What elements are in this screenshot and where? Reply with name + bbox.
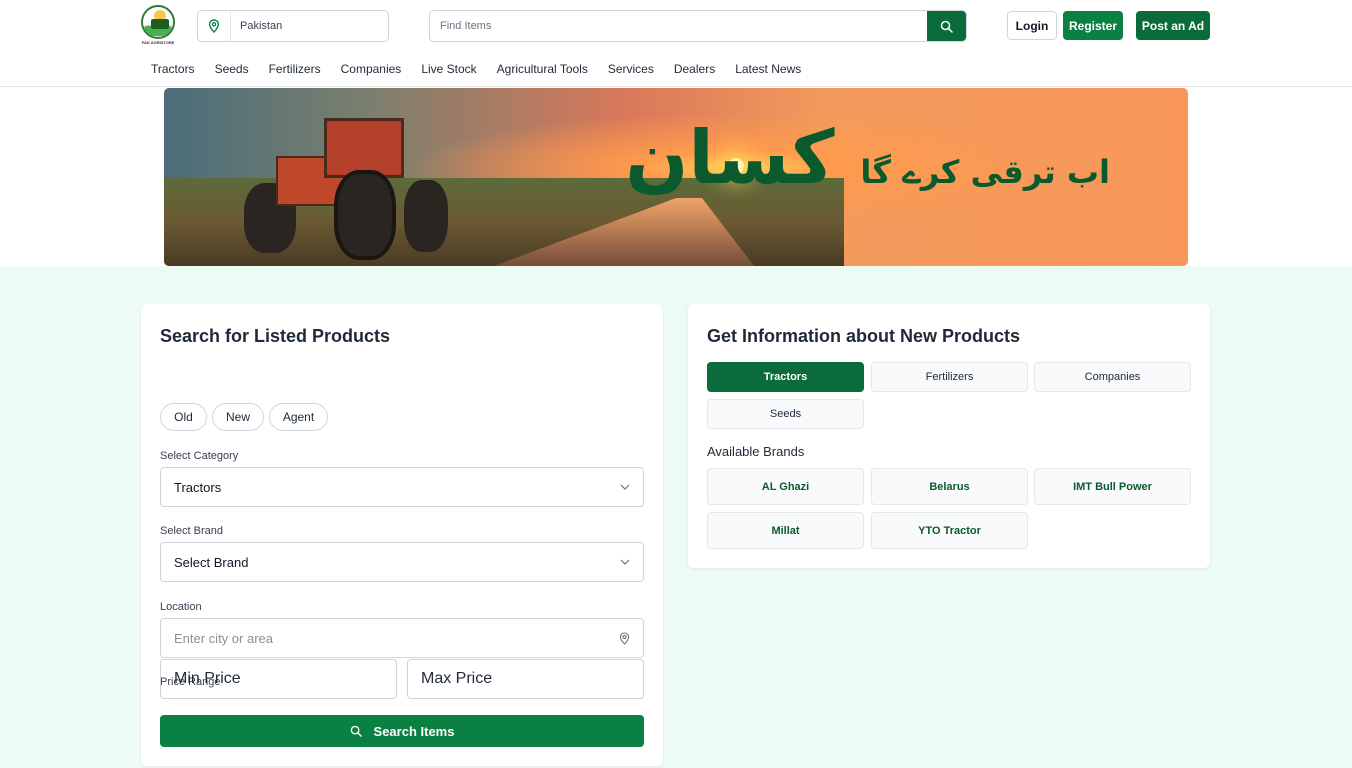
chevron-down-icon: [620, 559, 630, 565]
info-card-title: Get Information about New Products: [707, 326, 1021, 346]
hero-banner: اب ترقی کرے گا کسان: [164, 88, 1188, 266]
location-value: Pakistan: [240, 20, 283, 32]
tab-seeds[interactable]: Seeds: [707, 399, 864, 429]
search-card-title: Search for Listed Products: [160, 326, 391, 346]
search-bar: [429, 10, 967, 42]
tab-companies[interactable]: Companies: [1034, 362, 1191, 392]
nav-item-companies[interactable]: Companies: [331, 61, 412, 77]
site-header: PAK AGRISTORE Pakistan Login Register Po…: [0, 0, 1352, 87]
location-label: Location: [160, 601, 202, 613]
nav-item-tractors[interactable]: Tractors: [141, 61, 205, 77]
search-input[interactable]: [430, 11, 927, 41]
filter-old[interactable]: Old: [160, 403, 207, 431]
product-section: Search for Listed Products Old New Agent…: [0, 266, 1352, 768]
login-button[interactable]: Login: [1007, 11, 1057, 40]
register-button[interactable]: Register: [1063, 11, 1123, 40]
search-icon: [940, 20, 953, 33]
nav-item-dealers[interactable]: Dealers: [664, 61, 725, 77]
brand-al-ghazi[interactable]: AL Ghazi: [707, 468, 864, 505]
search-items-label: Search Items: [373, 723, 455, 739]
location-placeholder: Enter city or area: [174, 630, 273, 646]
brand-select[interactable]: Select Brand: [160, 542, 644, 582]
search-button[interactable]: [927, 11, 966, 41]
brand-millat[interactable]: Millat: [707, 512, 864, 549]
category-value: Tractors: [174, 479, 222, 495]
logo-text: PAK AGRISTORE: [141, 40, 175, 45]
map-pin-icon: [198, 11, 231, 41]
category-label: Select Category: [160, 450, 239, 462]
nav-item-live-stock[interactable]: Live Stock: [411, 61, 486, 77]
filter-agent[interactable]: Agent: [269, 403, 328, 431]
nav-item-agricultural-tools[interactable]: Agricultural Tools: [487, 61, 598, 77]
available-brands-label: Available Brands: [707, 444, 805, 459]
nav-item-seeds[interactable]: Seeds: [205, 61, 259, 77]
logo-mark: [141, 5, 175, 39]
nav-item-latest-news[interactable]: Latest News: [725, 61, 811, 77]
nav-item-services[interactable]: Services: [598, 61, 664, 77]
search-items-button[interactable]: Search Items: [160, 715, 644, 747]
chevron-down-icon: [620, 484, 630, 490]
location-input[interactable]: Enter city or area: [160, 618, 644, 658]
brand-yto-tractor[interactable]: YTO Tractor: [871, 512, 1028, 549]
banner-tagline-big: کسان: [625, 115, 835, 201]
banner-tagline: اب ترقی کرے گا کسان: [625, 98, 1110, 232]
min-price-input[interactable]: Min Price: [160, 659, 397, 699]
search-icon: [350, 725, 362, 737]
location-selector[interactable]: Pakistan: [197, 10, 389, 42]
post-ad-button[interactable]: Post an Ad: [1136, 11, 1210, 40]
filter-new[interactable]: New: [212, 403, 264, 431]
brand-label: Select Brand: [160, 525, 223, 537]
brand-value: Select Brand: [174, 554, 249, 570]
brand-belarus[interactable]: Belarus: [871, 468, 1028, 505]
search-products-card: Search for Listed Products Old New Agent…: [141, 304, 663, 766]
logo[interactable]: PAK AGRISTORE: [140, 5, 176, 45]
main-nav: Tractors Seeds Fertilizers Companies Liv…: [141, 61, 811, 77]
max-price-placeholder: Max Price: [421, 670, 493, 687]
tab-fertilizers[interactable]: Fertilizers: [871, 362, 1028, 392]
map-pin-icon: [619, 631, 630, 645]
nav-item-fertilizers[interactable]: Fertilizers: [259, 61, 331, 77]
product-info-card: Get Information about New Products Tract…: [688, 304, 1210, 568]
tab-tractors[interactable]: Tractors: [707, 362, 864, 392]
min-price-placeholder: Min Price: [174, 670, 241, 687]
banner-tagline-small: اب ترقی کرے گا: [860, 153, 1110, 191]
max-price-input[interactable]: Max Price: [407, 659, 644, 699]
category-select[interactable]: Tractors: [160, 467, 644, 507]
brand-imt-bull-power[interactable]: IMT Bull Power: [1034, 468, 1191, 505]
